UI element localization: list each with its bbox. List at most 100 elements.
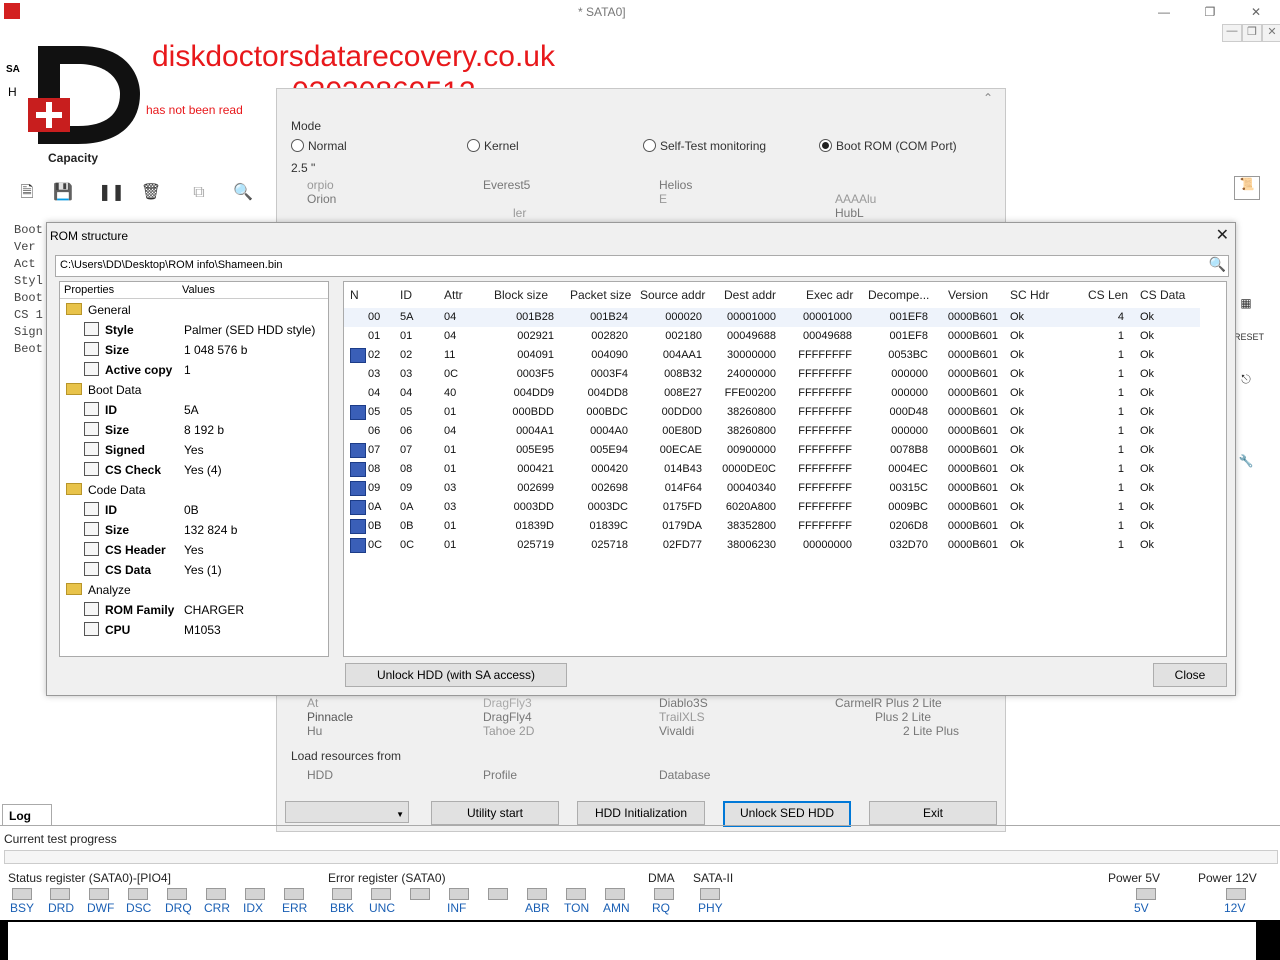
sub-close-icon[interactable]: ✕: [1262, 24, 1280, 42]
family-item[interactable]: Diablo3S: [659, 696, 708, 710]
browse-search-icon[interactable]: 🔍: [1209, 256, 1226, 273]
column-header[interactable]: CS Len: [1088, 288, 1128, 302]
column-header[interactable]: Source addr: [640, 288, 705, 302]
maximize-icon[interactable]: ❐: [1190, 2, 1230, 22]
column-header[interactable]: Dest addr: [724, 288, 776, 302]
rom-close-button[interactable]: Close: [1153, 663, 1227, 687]
tree-label: Size: [105, 423, 130, 437]
family-item[interactable]: Everest5: [483, 178, 530, 192]
column-header[interactable]: ID: [400, 288, 412, 302]
close-icon[interactable]: ✕: [1236, 2, 1276, 22]
table-cell: 1: [1117, 425, 1124, 437]
family-item[interactable]: Tahoe 2D: [483, 724, 534, 738]
table-cell: 1: [1117, 463, 1124, 475]
tree-property[interactable]: Active copy: [84, 360, 172, 380]
tree-group[interactable]: General: [66, 300, 131, 320]
reset-icon[interactable]: RESET: [1234, 332, 1264, 354]
family-item[interactable]: DragFly4: [483, 710, 532, 724]
family-item[interactable]: orpio: [307, 178, 334, 192]
tree-property[interactable]: ID: [84, 500, 117, 520]
family-item[interactable]: AAAAlu: [835, 192, 876, 206]
column-header[interactable]: Decompe...: [868, 288, 929, 302]
family-item[interactable]: Plus 2 Lite: [875, 710, 931, 724]
column-header[interactable]: Packet size: [570, 288, 631, 302]
column-header[interactable]: CS Data: [1140, 288, 1185, 302]
tree-property[interactable]: Signed: [84, 440, 145, 460]
status-led: [245, 888, 265, 900]
tree-property[interactable]: Size: [84, 420, 129, 440]
family-item[interactable]: Vivaldi: [659, 724, 694, 738]
family-item[interactable]: HubL: [835, 206, 864, 220]
tree-property[interactable]: CS Data: [84, 560, 151, 580]
mode-selftest-radio[interactable]: Self-Test monitoring: [643, 139, 766, 153]
delete-save-icon[interactable]: 🗑: [138, 180, 164, 206]
power-switch-icon[interactable]: ⎋: [1234, 372, 1258, 394]
status-label: DWF: [87, 901, 115, 915]
table-cell: 02FD77: [662, 539, 702, 551]
binoculars-icon[interactable]: 🔍: [230, 180, 256, 206]
column-header[interactable]: Block size: [494, 288, 548, 302]
family-item[interactable]: CarmelR Plus 2 Lite: [835, 696, 942, 710]
utility-start-button[interactable]: Utility start: [431, 801, 559, 825]
column-header[interactable]: N: [350, 288, 359, 302]
unlock-sed-hdd-button[interactable]: Unlock SED HDD: [723, 801, 851, 827]
family-item[interactable]: At: [307, 696, 318, 710]
tree-group[interactable]: Boot Data: [66, 380, 141, 400]
load-database-option[interactable]: Database: [659, 768, 710, 782]
family-item[interactable]: DragFly3: [483, 696, 532, 710]
table-cell: 0000B601: [947, 330, 998, 342]
table-cell: 03: [444, 482, 457, 494]
open-file-icon[interactable]: 🗎: [14, 180, 40, 206]
values-column-header[interactable]: Values: [182, 284, 215, 296]
pause-icon[interactable]: ❚❚: [98, 180, 125, 206]
column-header[interactable]: Attr: [444, 288, 463, 302]
rom-dialog-close-icon[interactable]: ✕: [1216, 225, 1229, 245]
rom-path-field[interactable]: C:\Users\DD\Desktop\ROM info\Shameen.bin…: [55, 255, 1229, 277]
chip-icon[interactable]: ▦: [1234, 296, 1258, 318]
mode-bootrom-radio[interactable]: Boot ROM (COM Port): [819, 139, 957, 153]
unlock-hdd-sa-button[interactable]: Unlock HDD (with SA access): [345, 663, 567, 687]
tree-group[interactable]: Analyze: [66, 580, 131, 600]
properties-column-header[interactable]: Properties: [64, 284, 114, 296]
load-profile-option[interactable]: Profile: [483, 768, 517, 782]
tree-group[interactable]: Code Data: [66, 480, 145, 500]
error-led: [566, 888, 586, 900]
tree-property[interactable]: Size: [84, 520, 129, 540]
table-cell: 000000: [891, 387, 928, 399]
family-item[interactable]: Pinnacle: [307, 710, 353, 724]
copy-icon[interactable]: ⧉: [186, 180, 212, 206]
family-item[interactable]: Orion: [307, 192, 336, 206]
load-hdd-option[interactable]: HDD: [307, 768, 333, 782]
profile-dropdown[interactable]: ▼: [285, 801, 409, 823]
family-item[interactable]: 2 Lite Plus: [903, 724, 959, 738]
tab-log[interactable]: Log: [2, 804, 52, 826]
tree-property[interactable]: ROM Family: [84, 600, 174, 620]
tree-property[interactable]: ID: [84, 400, 117, 420]
save-all-icon[interactable]: 💾: [50, 180, 76, 206]
family-item[interactable]: Helios: [659, 178, 692, 192]
minimize-icon[interactable]: —: [1144, 2, 1184, 22]
dialog-close-icon[interactable]: ⌃: [983, 91, 993, 105]
hdd-initialization-button[interactable]: HDD Initialization: [577, 801, 705, 825]
tools-icon[interactable]: 🔧: [1234, 454, 1258, 476]
family-item[interactable]: TrailXLS: [659, 710, 705, 724]
tree-property[interactable]: Size: [84, 340, 129, 360]
mode-normal-radio[interactable]: Normal: [291, 139, 347, 153]
family-item[interactable]: E: [659, 192, 667, 206]
exit-button[interactable]: Exit: [869, 801, 997, 825]
column-header[interactable]: Exec adr: [806, 288, 853, 302]
column-header[interactable]: Version: [948, 288, 988, 302]
family-item[interactable]: Hu: [307, 724, 322, 738]
sub-minimize-icon[interactable]: —: [1222, 24, 1242, 42]
tree-property[interactable]: CS Check: [84, 460, 161, 480]
tree-property[interactable]: Style: [84, 320, 134, 340]
column-header[interactable]: SC Hdr: [1010, 288, 1049, 302]
tree-property[interactable]: CS Header: [84, 540, 166, 560]
sub-restore-icon[interactable]: ❐: [1242, 24, 1262, 42]
family-item[interactable]: ler: [513, 206, 526, 220]
scroll-icon[interactable]: 📜: [1234, 176, 1260, 200]
error-led: [410, 888, 430, 900]
mode-kernel-radio[interactable]: Kernel: [467, 139, 519, 153]
table-cell: 05: [368, 406, 381, 418]
tree-property[interactable]: CPU: [84, 620, 130, 640]
